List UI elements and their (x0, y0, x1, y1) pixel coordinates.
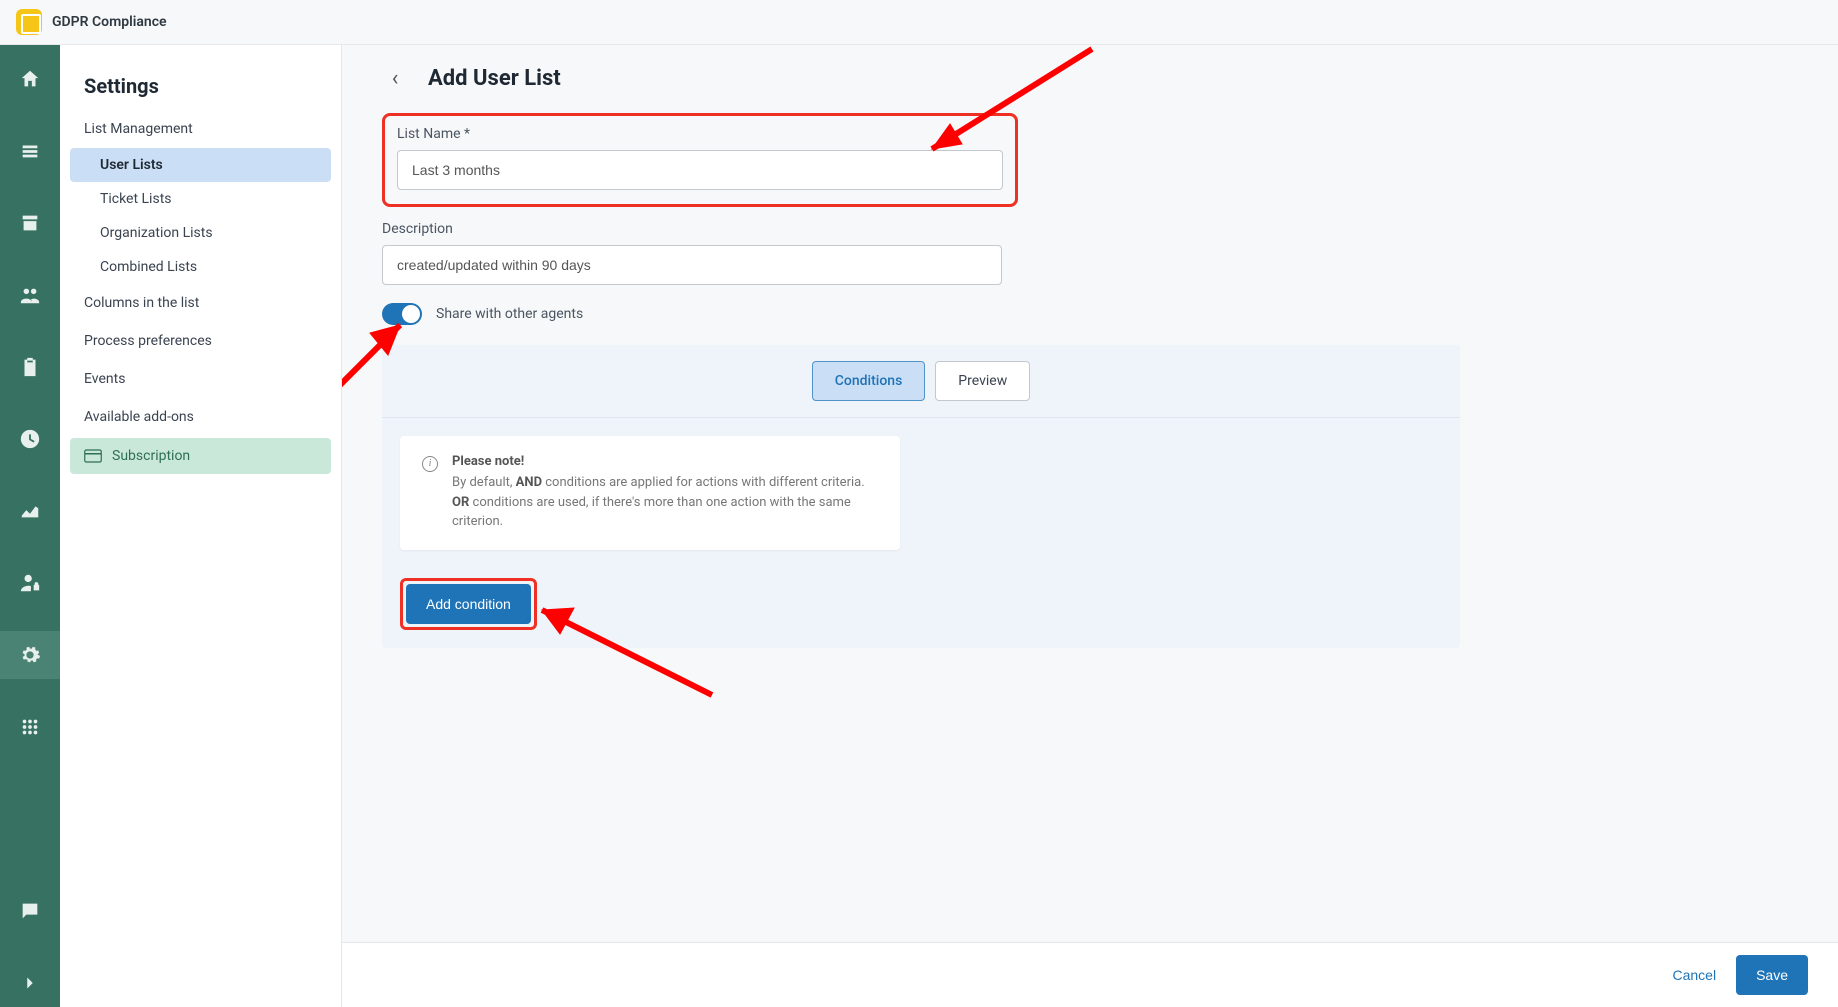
description-label: Description (382, 221, 1002, 237)
rail-apps[interactable] (0, 703, 60, 751)
rail-lists[interactable] (0, 127, 60, 175)
sidebar-item-organization-lists[interactable]: Organization Lists (60, 216, 341, 250)
app-icon (16, 9, 42, 35)
rail-analytics[interactable] (0, 487, 60, 535)
rail-people[interactable] (0, 271, 60, 319)
rail-home[interactable] (0, 55, 60, 103)
rail-settings[interactable] (0, 631, 60, 679)
tab-preview[interactable]: Preview (935, 361, 1030, 401)
info-icon (422, 456, 438, 472)
sidebar-item-addons[interactable]: Available add-ons (60, 398, 341, 436)
save-button[interactable]: Save (1736, 955, 1808, 995)
add-condition-highlight: Add condition (400, 578, 537, 630)
nav-rail (0, 0, 60, 1007)
conditions-panel: Conditions Preview Please note! By defau… (382, 345, 1460, 648)
sidebar-item-subscription[interactable]: Subscription (70, 438, 331, 474)
share-toggle-label: Share with other agents (436, 306, 583, 322)
share-toggle[interactable] (382, 303, 422, 325)
sidebar-item-combined-lists[interactable]: Combined Lists (60, 250, 341, 284)
page-title: Add User List (428, 66, 561, 91)
footer: Cancel Save (342, 942, 1838, 1007)
rail-clipboard[interactable] (0, 343, 60, 391)
sidebar-item-process-preferences[interactable]: Process preferences (60, 322, 341, 360)
sidebar-item-events[interactable]: Events (60, 360, 341, 398)
sidebar-item-columns[interactable]: Columns in the list (60, 284, 341, 322)
note-line-2: OR conditions are used, if there's more … (452, 493, 878, 532)
rail-expand[interactable] (0, 959, 60, 1007)
list-name-input[interactable] (397, 150, 1003, 190)
list-name-label: List Name * (397, 126, 1003, 142)
note-card: Please note! By default, AND conditions … (400, 436, 900, 550)
settings-heading: Settings (60, 60, 341, 110)
app-title: GDPR Compliance (52, 14, 167, 30)
rail-chat[interactable] (0, 887, 60, 935)
note-title: Please note! (452, 454, 878, 469)
back-button[interactable]: ‹ (382, 65, 408, 91)
sidebar-item-label: Subscription (112, 448, 190, 464)
sidebar-item-ticket-lists[interactable]: Ticket Lists (60, 182, 341, 216)
sidebar-item-list-management[interactable]: List Management (60, 110, 341, 148)
topbar: GDPR Compliance (0, 0, 1838, 45)
sidebar-item-user-lists[interactable]: User Lists (70, 148, 331, 182)
content: ‹ Add User List List Name * Description … (342, 45, 1838, 942)
list-name-highlight: List Name * (382, 113, 1018, 207)
card-icon (84, 449, 102, 463)
description-input[interactable] (382, 245, 1002, 285)
note-line-1: By default, AND conditions are applied f… (452, 473, 878, 493)
main: ‹ Add User List List Name * Description … (342, 0, 1838, 1007)
rail-archive[interactable] (0, 199, 60, 247)
rail-clock[interactable] (0, 415, 60, 463)
add-condition-button[interactable]: Add condition (406, 584, 531, 624)
settings-sidebar: Settings List Management User Lists Tick… (60, 0, 342, 1007)
cancel-button[interactable]: Cancel (1672, 967, 1716, 983)
rail-user-lock[interactable] (0, 559, 60, 607)
tab-conditions[interactable]: Conditions (812, 361, 926, 401)
